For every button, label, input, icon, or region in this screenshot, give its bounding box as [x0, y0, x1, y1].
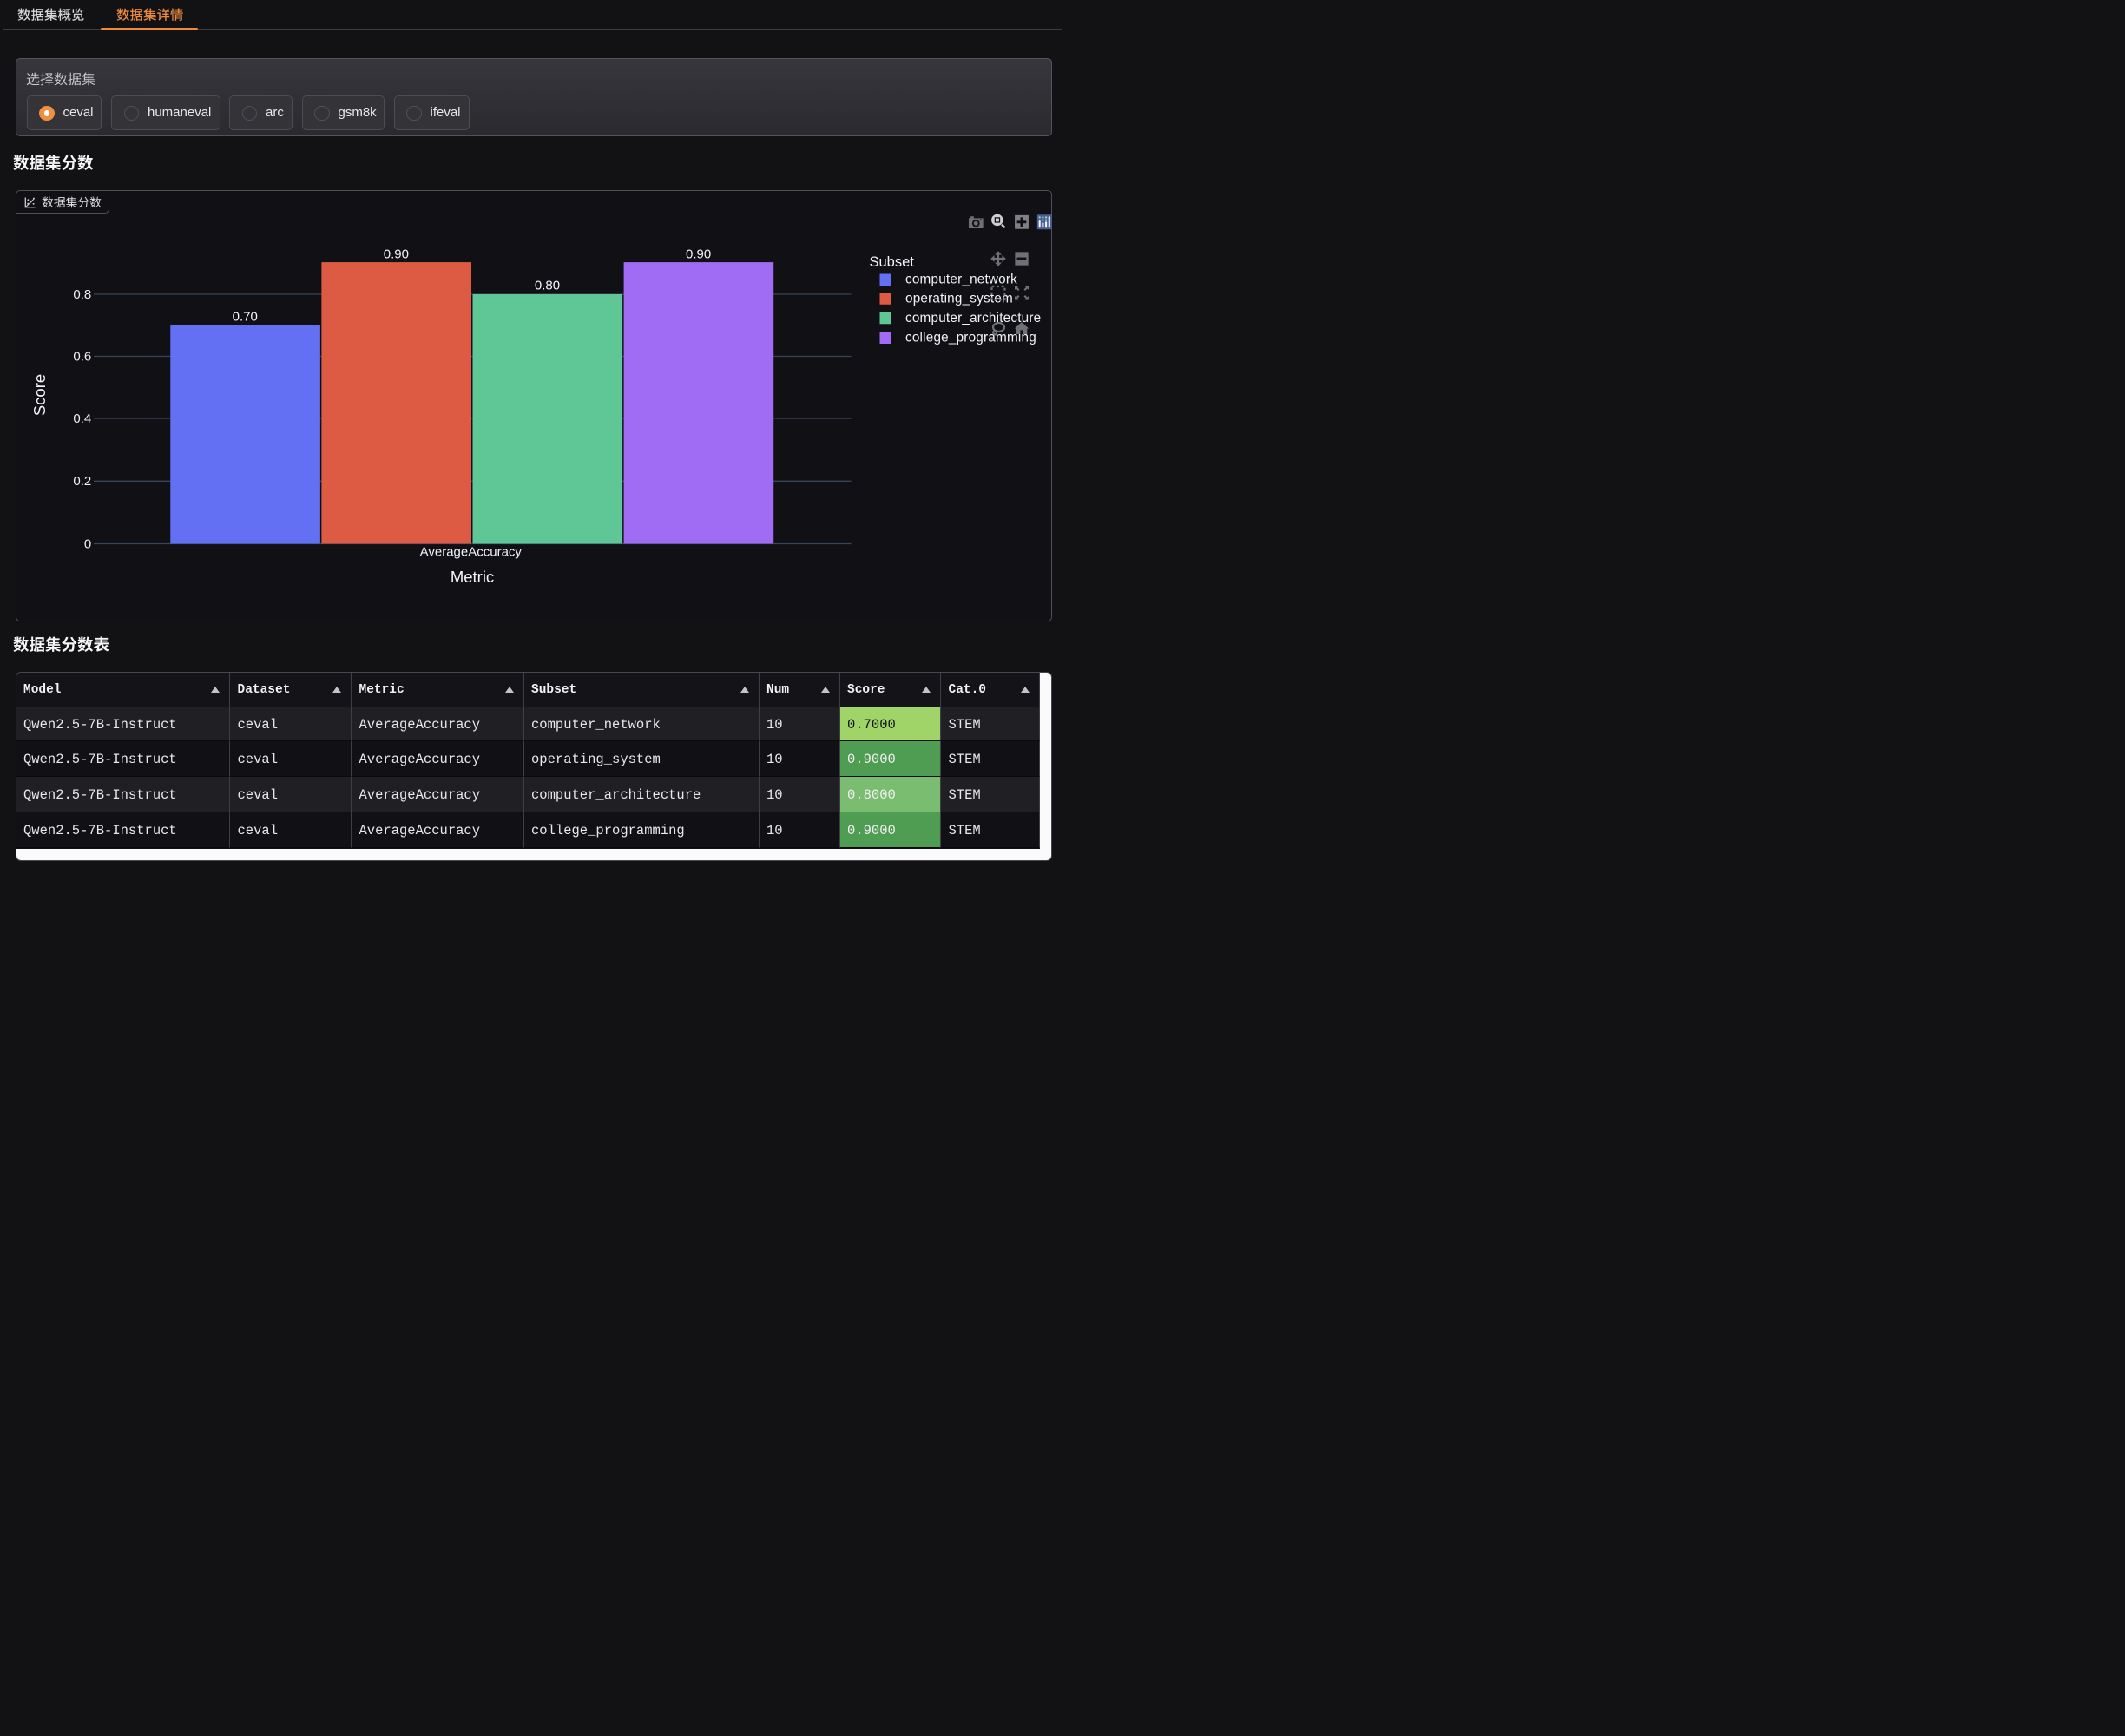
svg-text:0.2: 0.2	[73, 474, 91, 489]
svg-text:0.70: 0.70	[232, 309, 257, 324]
svg-text:AverageAccuracy: AverageAccuracy	[419, 544, 522, 559]
svg-text:0: 0	[83, 536, 90, 551]
svg-text:0.90: 0.90	[685, 247, 710, 261]
svg-text:Score: Score	[30, 373, 49, 415]
svg-text:operating_system: operating_system	[905, 291, 1013, 306]
svg-text:0.90: 0.90	[383, 247, 408, 261]
svg-text:Subset: Subset	[869, 254, 914, 270]
svg-text:0.80: 0.80	[534, 278, 559, 293]
svg-text:0.4: 0.4	[73, 411, 91, 425]
svg-text:0.8: 0.8	[73, 286, 91, 301]
svg-text:computer_network: computer_network	[905, 272, 1017, 286]
svg-text:Metric: Metric	[450, 568, 493, 586]
svg-text:0.6: 0.6	[73, 349, 91, 364]
